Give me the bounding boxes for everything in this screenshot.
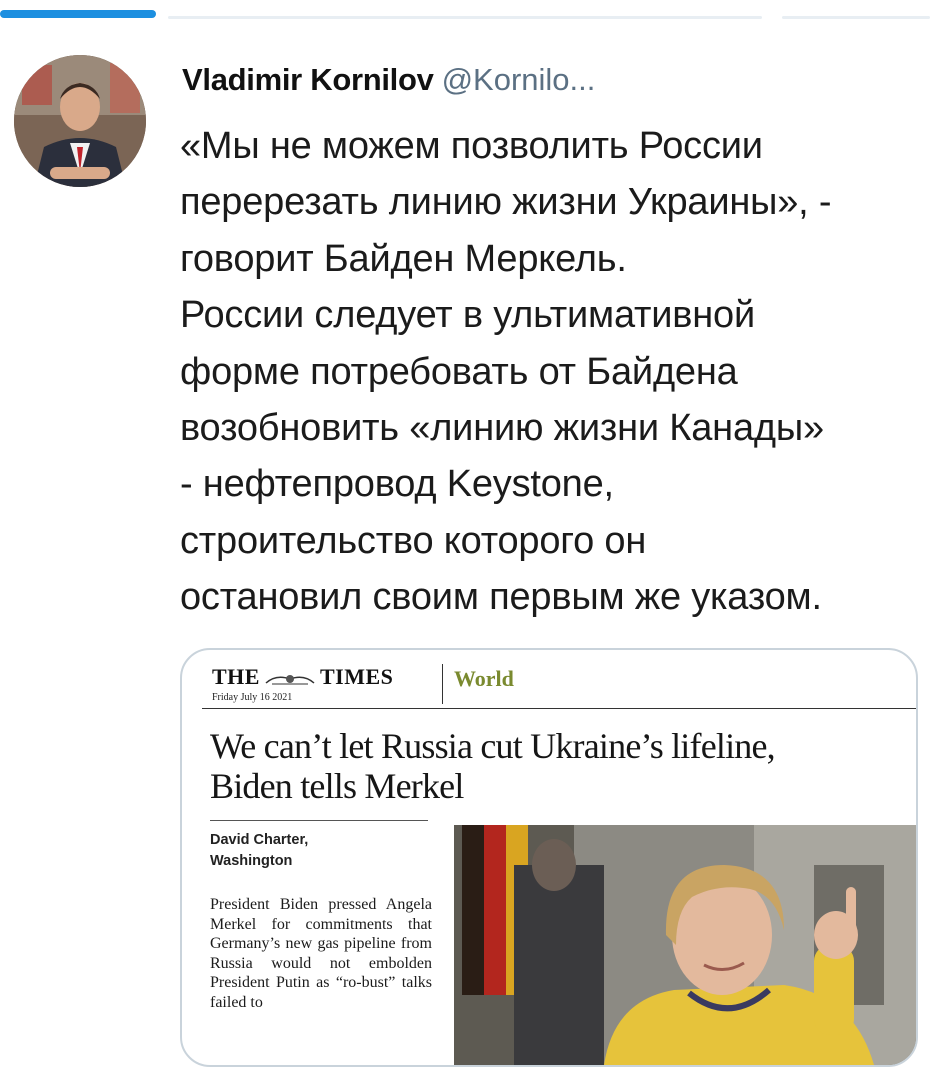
masthead-right: TIMES [319, 664, 394, 689]
tweet-media-image[interactable]: THE TIMES Friday July 16 2021 World We c… [180, 648, 918, 1067]
tweet-text: «Мы не можем позволить России перерезать… [180, 118, 920, 626]
merkel-photo [454, 825, 916, 1065]
article-photo [454, 825, 916, 1065]
masthead-left: THE [212, 664, 260, 689]
tweet-text-line: - нефтепровод Keystone, [180, 463, 614, 506]
newspaper-masthead: THE TIMES Friday July 16 2021 World [204, 662, 916, 706]
byline-line: David Charter, [210, 832, 309, 848]
divider [202, 708, 916, 709]
tweet-text-line: России следует в ультимативной [180, 294, 756, 337]
tweet-text-line: остановил своим первым же указом. [180, 576, 822, 619]
tweet-text-line: говорит Байден Меркель. [180, 237, 627, 280]
headline-line: Biden tells Merkel [210, 766, 464, 806]
byline-line: Washington [210, 853, 293, 869]
article-headline: We can’t let Russia cut Ukraine’s lifeli… [210, 726, 900, 806]
display-name[interactable]: Vladimir Kornilov [182, 62, 434, 97]
divider [442, 664, 443, 704]
progress-segment [168, 16, 762, 19]
tweet-text-line: перерезать линию жизни Украины», - [180, 181, 832, 224]
divider [210, 820, 428, 821]
tweet-header: Vladimir Kornilov @Kornilo... [182, 62, 595, 98]
article-byline: David Charter, Washington [210, 830, 440, 872]
article-body: President Biden pressed Angela Merkel fo… [210, 896, 432, 1011]
crest-icon [265, 674, 315, 685]
headline-line: We can’t let Russia cut Ukraine’s lifeli… [210, 726, 776, 766]
tweet-text-line: форме потребовать от Байдена [180, 350, 738, 393]
progress-segment [782, 16, 930, 19]
issue-date: Friday July 16 2021 [212, 692, 293, 703]
section-label: World [454, 666, 514, 691]
progress-segment-active [0, 10, 156, 18]
tweet-text-line: «Мы не можем позволить России [180, 125, 763, 167]
tweet-text-line: возобновить «линию жизни Канады» [180, 406, 824, 449]
user-handle[interactable]: @Kornilo... [442, 62, 596, 97]
avatar[interactable] [14, 55, 146, 187]
avatar-photo [14, 55, 146, 187]
newspaper-logo: THE TIMES [212, 664, 393, 690]
tweet-text-line: строительство которого он [180, 519, 647, 562]
